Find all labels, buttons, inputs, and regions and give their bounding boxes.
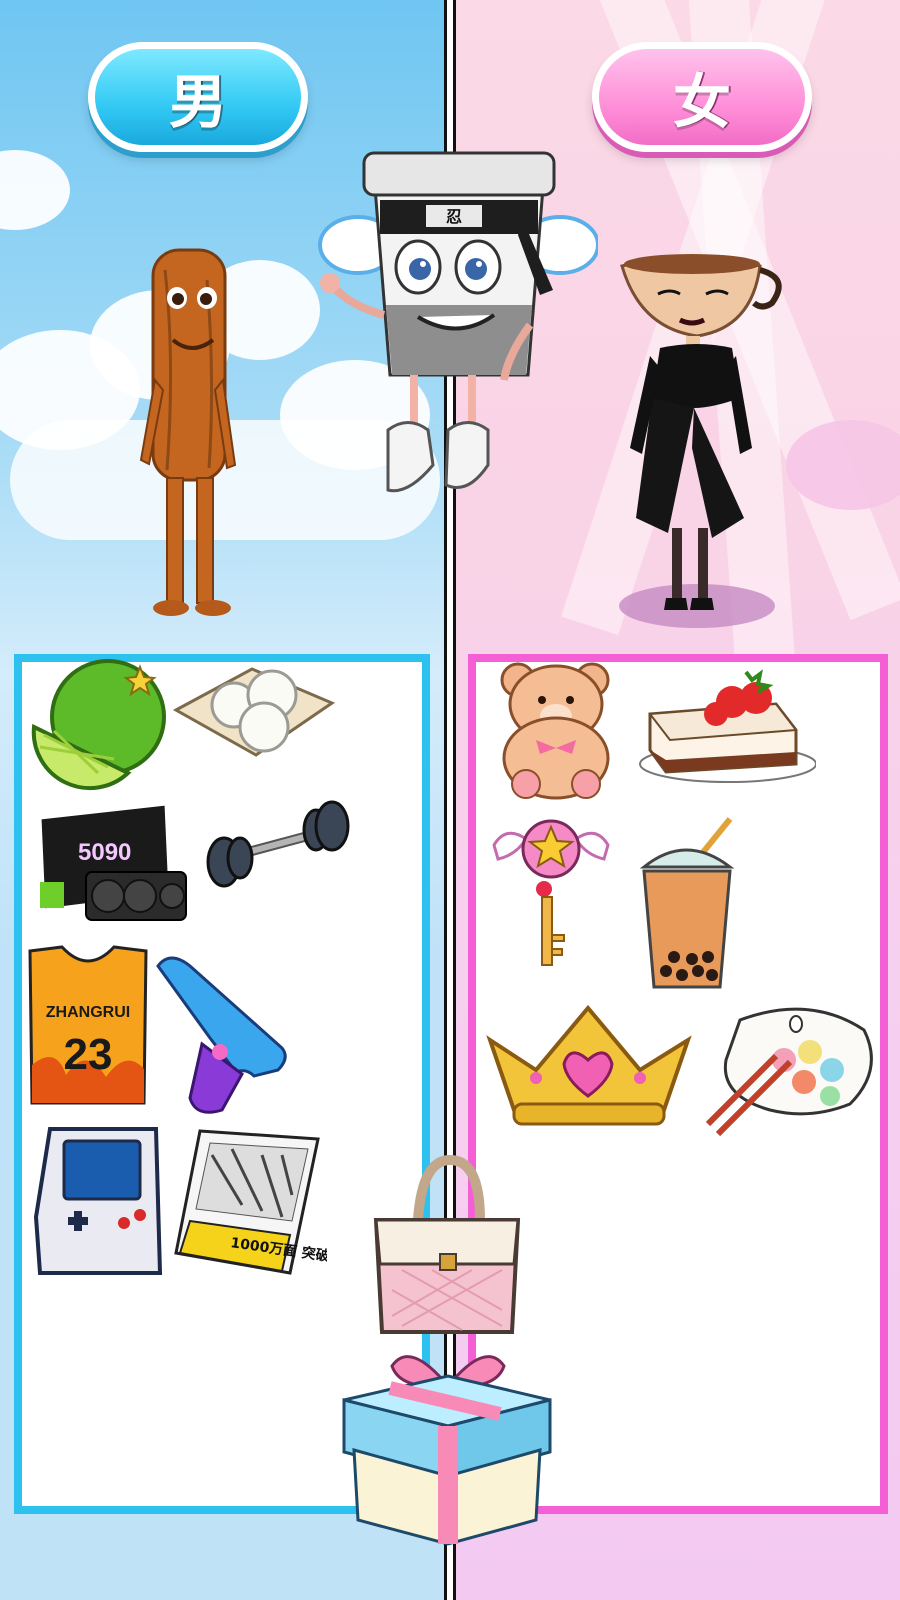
magic-key-wand-item[interactable]: [486, 815, 616, 975]
strawberry-cake-item[interactable]: [636, 660, 816, 790]
female-tab-label: 女: [672, 68, 731, 136]
manga-book-item[interactable]: 1000万面 突破: [172, 1125, 327, 1280]
jersey-number-text: 23: [64, 1030, 113, 1079]
paint-palette-item[interactable]: [700, 1000, 880, 1140]
wood-character[interactable]: [135, 240, 255, 625]
handheld-console-item[interactable]: [30, 1125, 170, 1280]
headband-text: 忍: [446, 207, 462, 226]
jersey-name-text: ZHANGRUI: [46, 1004, 130, 1021]
handbag-item[interactable]: [362, 1150, 532, 1340]
lime-item[interactable]: [28, 655, 168, 795]
coffee-cup-character[interactable]: 忍: [318, 145, 598, 515]
male-tab-label: 男: [168, 68, 227, 136]
teddy-bear-item[interactable]: [486, 658, 626, 803]
female-tab-button[interactable]: 女: [592, 42, 812, 152]
male-tab-button[interactable]: 男: [88, 42, 308, 152]
dumbbell-item[interactable]: [200, 800, 355, 890]
steamed-buns-item[interactable]: [172, 655, 337, 765]
crown-item[interactable]: [484, 1000, 694, 1130]
gift-box-item[interactable]: [340, 1330, 555, 1550]
cloud: [0, 150, 70, 230]
graphics-card-item[interactable]: 5090: [36, 798, 196, 928]
bubble-tea-item[interactable]: [636, 815, 746, 995]
gpu-model-text: 5090: [78, 839, 131, 866]
basketball-jersey-item[interactable]: ZHANGRUI 23: [26, 945, 150, 1105]
teacup-lady-character[interactable]: [612, 248, 782, 638]
water-gun-item[interactable]: [150, 948, 295, 1118]
